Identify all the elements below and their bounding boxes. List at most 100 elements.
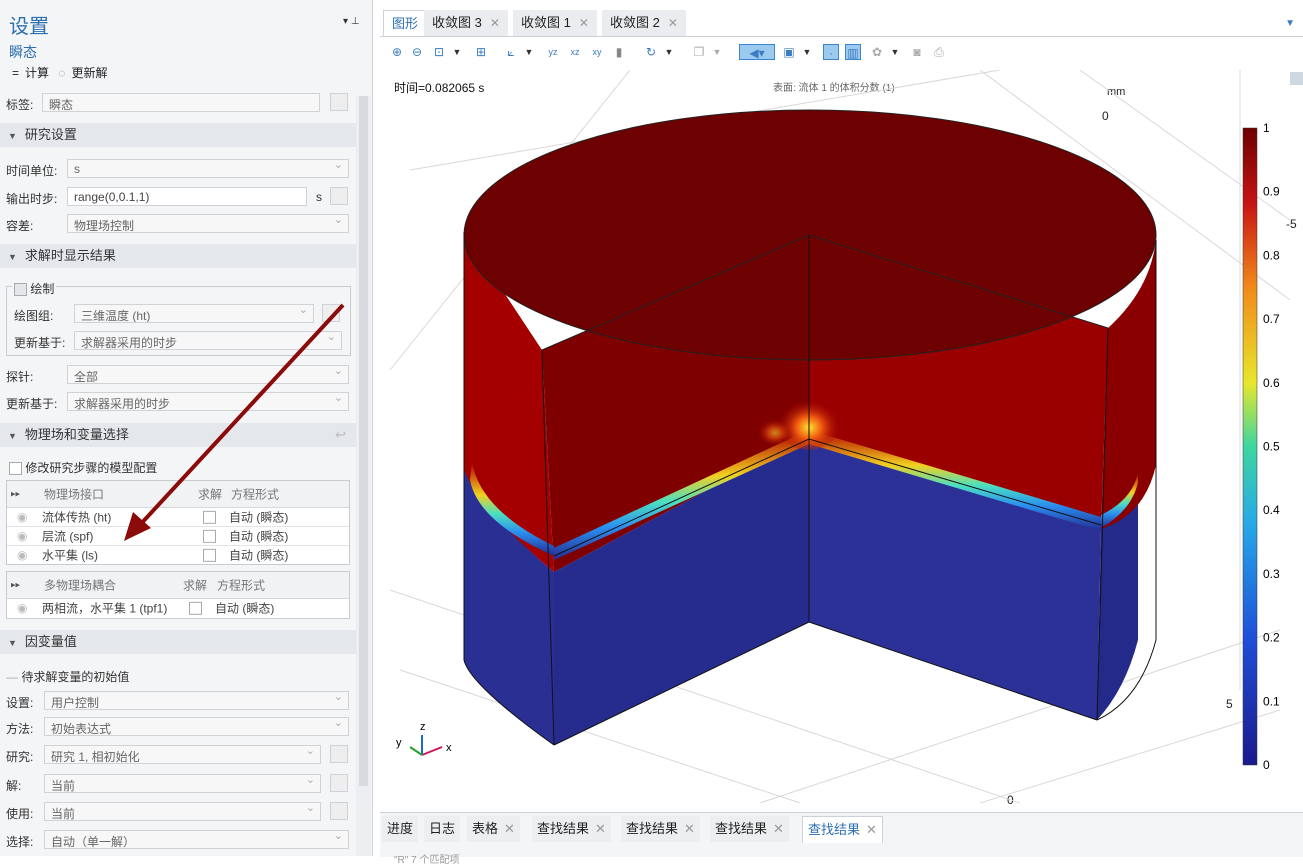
copy-icon[interactable]: ❐	[691, 44, 707, 60]
selection-select[interactable]: 自动（单一解）	[44, 830, 349, 849]
tab-find-results-1[interactable]: 查找结果 ✕	[532, 816, 611, 842]
tab-convergence-3[interactable]: 收敛图 3 ✕	[424, 10, 508, 36]
update-at2-select[interactable]: 求解器采用的时步	[67, 392, 349, 411]
coupling-name: 两相流，水平集 1 (tpf1)	[42, 601, 168, 616]
view-yz-icon[interactable]: yz	[545, 44, 561, 60]
tab-graphics[interactable]: 图形	[383, 10, 428, 36]
dropdown-icon[interactable]: ▼	[709, 44, 725, 60]
print-icon[interactable]: ⎙	[931, 44, 947, 60]
close-icon[interactable]: ✕	[579, 16, 589, 30]
axes-icon[interactable]: ⟀	[503, 44, 519, 60]
update-at-select[interactable]: 求解器采用的时步	[74, 331, 342, 350]
close-icon[interactable]: ✕	[595, 821, 606, 836]
close-icon[interactable]: ✕	[684, 821, 695, 836]
graphics-viewport[interactable]: 时间=0.082065 s 表面: 流体 1 的体积分数 (1) mm 0 5 …	[380, 70, 1303, 807]
table-row[interactable]: ◉ 层流 (spf) 自动 (瞬态)	[7, 527, 349, 546]
expand-icon[interactable]: ▸▸	[11, 580, 20, 591]
close-icon[interactable]: ✕	[866, 822, 877, 837]
graphics-toolbar: ⊕ ⊖ ⊡ ▼ ⊞ ⟀ ▼ yz xz xy ▮ ↻ ▼ ❐ ▼ ◀▾ ▣ ▼ …	[385, 40, 1295, 64]
setting-select[interactable]: 用户控制	[44, 691, 349, 710]
dropdown-icon[interactable]: ▼	[887, 44, 903, 60]
tab-progress[interactable]: 进度	[382, 816, 419, 842]
reset-icon[interactable]: ↩	[335, 423, 346, 447]
render-icon[interactable]: ▥	[845, 44, 861, 60]
close-icon[interactable]: ✕	[504, 821, 515, 836]
select-icon[interactable]: ▣	[781, 44, 797, 60]
study-goto-button[interactable]	[330, 745, 348, 763]
refresh-icon: ◌	[58, 66, 66, 80]
tab-find-results-3[interactable]: 查找结果 ✕	[710, 816, 789, 842]
scroll-thumb[interactable]	[359, 96, 368, 786]
view-xz-icon[interactable]: xz	[567, 44, 583, 60]
section-results-while-solving[interactable]: ▼ 求解时显示结果	[0, 244, 356, 268]
table-row[interactable]: ◉ 水平集 (ls) 自动 (瞬态)	[7, 546, 349, 564]
plot-checkbox[interactable]	[14, 283, 27, 297]
light-icon[interactable]: ✿	[869, 44, 885, 60]
tab-menu-icon[interactable]: ▼	[1285, 18, 1295, 29]
tab-log[interactable]: 日志	[424, 816, 461, 842]
probes-select[interactable]: 全部	[67, 365, 349, 384]
range-button[interactable]	[330, 187, 348, 205]
tab-find-results-4[interactable]: 查找结果 ✕	[802, 816, 883, 843]
tab-convergence-2[interactable]: 收敛图 2 ✕	[602, 10, 686, 36]
view-default-icon[interactable]: ▮	[611, 44, 627, 60]
solution-goto-button[interactable]	[330, 774, 348, 792]
settings-scrollbar[interactable]	[356, 96, 371, 856]
modify-config-checkbox[interactable]	[9, 462, 22, 476]
solve-checkbox[interactable]	[203, 549, 216, 563]
dropdown-icon[interactable]: ▼	[449, 44, 465, 60]
radio-icon[interactable]: ◉	[17, 510, 27, 524]
view-xy-icon[interactable]: xy	[589, 44, 605, 60]
section-study-settings[interactable]: ▼ 研究设置	[0, 123, 356, 147]
expand-icon[interactable]: ▸▸	[11, 489, 20, 500]
solve-checkbox[interactable]	[203, 511, 216, 525]
output-times-input[interactable]: range(0,0.1,1)	[67, 187, 307, 206]
tab-find-results-2[interactable]: 查找结果 ✕	[621, 816, 700, 842]
physics-name: 层流 (spf)	[42, 529, 94, 544]
table-row[interactable]: ◉ 两相流，水平集 1 (tpf1) 自动 (瞬态)	[7, 599, 349, 617]
table-row[interactable]: ◉ 流体传热 (ht) 自动 (瞬态)	[7, 508, 349, 527]
tab-convergence-1[interactable]: 收敛图 1 ✕	[513, 10, 597, 36]
panel-menu-icon[interactable]: ▾ ⊥	[343, 16, 360, 27]
close-icon[interactable]: ✕	[668, 16, 678, 30]
close-icon[interactable]: ✕	[490, 16, 500, 30]
zoom-in-icon[interactable]: ⊕	[389, 44, 405, 60]
close-icon[interactable]: ✕	[773, 821, 784, 836]
zoom-box-icon[interactable]: ⊡	[431, 44, 447, 60]
radio-icon[interactable]: ◉	[17, 529, 27, 543]
compute-button[interactable]: 计算	[25, 66, 49, 80]
tolerance-select[interactable]: 物理场控制	[67, 214, 349, 233]
tag-input[interactable]: 瞬态	[42, 93, 320, 112]
radio-icon[interactable]: ◉	[17, 548, 27, 562]
use-select[interactable]: 当前	[44, 802, 321, 821]
camera-icon[interactable]: ◙	[909, 44, 925, 60]
zoom-out-icon[interactable]: ⊖	[409, 44, 425, 60]
plot-group-button[interactable]	[322, 304, 340, 322]
zoom-extents-icon[interactable]: ⊞	[473, 44, 489, 60]
method-select[interactable]: 初始表达式	[44, 717, 349, 736]
section-dependent-values[interactable]: ▼ 因变量值	[0, 630, 356, 654]
tab-table[interactable]: 表格 ✕	[467, 816, 520, 842]
plot-checkbox-row[interactable]: 绘制	[12, 280, 57, 297]
use-label: 使用:	[6, 807, 34, 821]
time-unit-select[interactable]: s	[67, 159, 349, 178]
solution-select[interactable]: 当前	[44, 774, 321, 793]
radio-icon[interactable]: ◉	[17, 601, 27, 615]
study-select[interactable]: 研究 1, 相初始化	[44, 745, 321, 764]
plot-group-select[interactable]: 三维温度 (ht)	[74, 304, 314, 323]
dropdown-icon[interactable]: ▼	[661, 44, 677, 60]
solve-checkbox[interactable]	[189, 602, 202, 616]
solve-checkbox[interactable]	[203, 530, 216, 544]
tag-edit-button[interactable]	[330, 93, 348, 111]
section-physics-selection[interactable]: ▼ 物理场和变量选择 ↩	[0, 423, 356, 447]
modify-config-row[interactable]: 修改研究步骤的模型配置	[9, 459, 157, 476]
dropdown-icon[interactable]: ▼	[799, 44, 815, 60]
wireframe-icon[interactable]: ·	[823, 44, 839, 60]
colorbar-tick-label: 1	[1263, 121, 1270, 135]
method-label: 方法:	[6, 722, 34, 736]
dropdown-icon[interactable]: ▼	[521, 44, 537, 60]
transparency-icon[interactable]: ◀▾	[739, 44, 775, 60]
use-goto-button[interactable]	[330, 802, 348, 820]
update-solution-button[interactable]: 更新解	[72, 66, 108, 80]
rotate-icon[interactable]: ↻	[643, 44, 659, 60]
